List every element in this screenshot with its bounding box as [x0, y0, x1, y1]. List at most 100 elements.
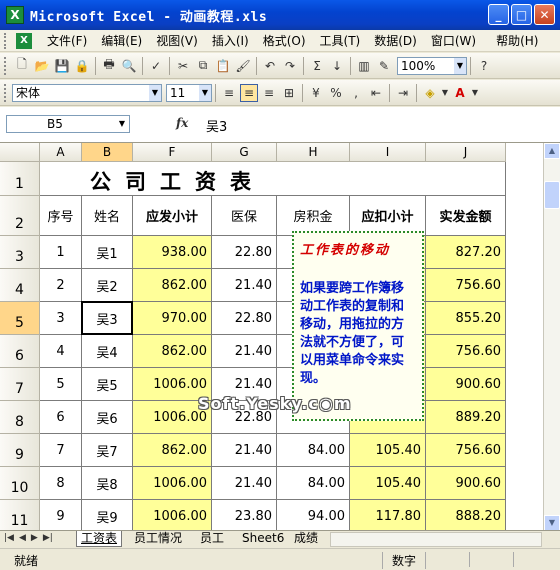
table-cell[interactable]: 94.00: [277, 500, 350, 533]
permission-icon[interactable]: 🔒: [73, 57, 91, 75]
table-cell[interactable]: 22.80: [212, 302, 277, 335]
menu-edit[interactable]: 编辑(E): [94, 32, 149, 49]
cut-icon[interactable]: ✂: [174, 57, 192, 75]
header-cell-col-i[interactable]: 应扣小计: [350, 196, 426, 236]
row-header[interactable]: 1: [0, 162, 40, 196]
table-cell[interactable]: 900.60: [426, 467, 506, 500]
sort-ascending-icon[interactable]: ↓: [328, 57, 346, 75]
horizontal-scrollbar[interactable]: [330, 532, 542, 547]
column-header-g[interactable]: G: [212, 143, 277, 162]
table-cell[interactable]: 8: [40, 467, 82, 500]
header-cell-col-f[interactable]: 应发小计: [133, 196, 212, 236]
table-cell[interactable]: 862.00: [133, 434, 212, 467]
table-cell[interactable]: 756.60: [426, 434, 506, 467]
open-icon[interactable]: 📂: [33, 57, 51, 75]
undo-icon[interactable]: ↶: [261, 57, 279, 75]
table-cell[interactable]: 1006.00: [133, 500, 212, 533]
table-cell[interactable]: 2: [40, 269, 82, 302]
select-all-corner[interactable]: [0, 143, 40, 162]
column-header-j[interactable]: J: [426, 143, 506, 162]
chevron-down-icon[interactable]: ▼: [441, 84, 449, 102]
paste-icon[interactable]: 📋: [214, 57, 232, 75]
row-header[interactable]: 11: [0, 500, 40, 533]
insert-function-icon[interactable]: fx: [176, 116, 188, 130]
table-cell[interactable]: 938.00: [133, 236, 212, 269]
document-icon[interactable]: X: [16, 32, 32, 49]
row-header[interactable]: 5: [0, 302, 40, 335]
table-cell[interactable]: 吴9: [82, 500, 133, 533]
column-header-f[interactable]: F: [133, 143, 212, 162]
table-cell[interactable]: 4: [40, 335, 82, 368]
table-cell[interactable]: 862.00: [133, 269, 212, 302]
table-cell[interactable]: 970.00: [133, 302, 212, 335]
menu-window[interactable]: 窗口(W): [424, 32, 483, 49]
chevron-down-icon[interactable]: ▼: [471, 84, 479, 102]
row-header[interactable]: 8: [0, 401, 40, 434]
spelling-icon[interactable]: ✓: [147, 57, 165, 75]
align-center-icon[interactable]: ≡: [240, 83, 258, 102]
menu-data[interactable]: 数据(D): [367, 32, 424, 49]
table-cell[interactable]: 900.60: [426, 368, 506, 401]
help-icon[interactable]: ?: [475, 57, 493, 75]
header-cell-col-j[interactable]: 实发金额: [426, 196, 506, 236]
table-cell[interactable]: 105.40: [350, 467, 426, 500]
row-header[interactable]: 9: [0, 434, 40, 467]
table-cell[interactable]: 吴8: [82, 467, 133, 500]
table-cell[interactable]: 9: [40, 500, 82, 533]
table-cell[interactable]: 22.80: [212, 236, 277, 269]
next-sheet-icon[interactable]: ▶: [31, 533, 38, 543]
table-cell[interactable]: 23.80: [212, 500, 277, 533]
row-header[interactable]: 10: [0, 467, 40, 500]
toolbar-grip[interactable]: [4, 83, 8, 102]
table-cell[interactable]: 吴1: [82, 236, 133, 269]
print-icon[interactable]: 🖶: [100, 57, 118, 75]
excel-app-icon[interactable]: X: [6, 6, 24, 24]
scroll-down-icon[interactable]: ▼: [544, 515, 560, 531]
chart-wizard-icon[interactable]: ▥: [355, 57, 373, 75]
chevron-down-icon[interactable]: ▼: [116, 117, 128, 131]
font-color-icon[interactable]: A: [451, 84, 469, 102]
table-cell[interactable]: 21.40: [212, 335, 277, 368]
menu-tools[interactable]: 工具(T): [313, 32, 368, 49]
menu-help[interactable]: 帮助(H): [489, 32, 545, 49]
save-icon[interactable]: 💾: [53, 57, 71, 75]
chevron-down-icon[interactable]: ▼: [199, 84, 211, 101]
table-cell[interactable]: 756.60: [426, 269, 506, 302]
table-cell[interactable]: 吴7: [82, 434, 133, 467]
vertical-scrollbar[interactable]: ▲ ▼: [543, 143, 560, 533]
merge-center-icon[interactable]: ⊞: [280, 84, 298, 102]
table-cell[interactable]: 吴3: [82, 302, 133, 335]
table-cell[interactable]: 6: [40, 401, 82, 434]
table-cell[interactable]: 吴6: [82, 401, 133, 434]
new-icon[interactable]: 🗋: [13, 57, 31, 75]
table-cell[interactable]: 吴2: [82, 269, 133, 302]
table-cell[interactable]: 7: [40, 434, 82, 467]
print-preview-icon[interactable]: 🔍: [120, 57, 138, 75]
indent-icon[interactable]: ⇥: [394, 84, 412, 102]
table-cell[interactable]: 3: [40, 302, 82, 335]
prev-sheet-icon[interactable]: ◀: [19, 533, 26, 543]
comment-note[interactable]: 工作表的移动 如果要跨工作簿移动工作表的复制和移动，用拖拉的方法就不方便了，可以…: [292, 231, 424, 421]
column-header-h[interactable]: H: [277, 143, 350, 162]
header-cell-col-a[interactable]: 序号: [40, 196, 82, 236]
table-cell[interactable]: 21.40: [212, 269, 277, 302]
table-cell[interactable]: 827.20: [426, 236, 506, 269]
align-left-icon[interactable]: ≡: [220, 84, 238, 102]
percent-icon[interactable]: %: [327, 84, 345, 102]
tab-employee-info[interactable]: 员工情况: [130, 531, 186, 547]
table-cell[interactable]: 889.20: [426, 401, 506, 434]
row-header[interactable]: 4: [0, 269, 40, 302]
column-header-b[interactable]: B: [82, 143, 133, 162]
name-box[interactable]: B5 ▼: [6, 115, 130, 133]
redo-icon[interactable]: ↷: [281, 57, 299, 75]
row-header[interactable]: 2: [0, 196, 40, 236]
table-cell[interactable]: 84.00: [277, 434, 350, 467]
row-header[interactable]: 7: [0, 368, 40, 401]
copy-icon[interactable]: ⧉: [194, 57, 212, 75]
minimize-button[interactable]: _: [488, 4, 509, 25]
zoom-select[interactable]: 100% ▼: [397, 56, 467, 75]
header-cell-col-b[interactable]: 姓名: [82, 196, 133, 236]
toolbar-grip[interactable]: [4, 56, 8, 75]
formula-input[interactable]: 吴3: [206, 116, 227, 135]
tab-sheet6[interactable]: Sheet6: [238, 531, 288, 547]
